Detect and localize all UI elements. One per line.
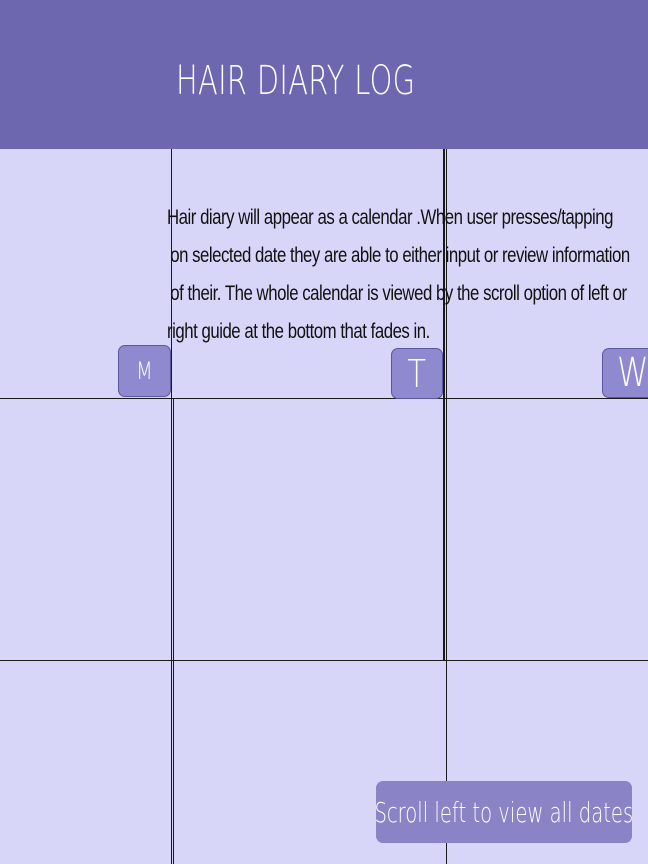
day-button-tuesday[interactable]: T	[391, 348, 443, 399]
day-button-wednesday[interactable]: W	[602, 348, 648, 398]
calendar-cell[interactable]	[0, 399, 171, 660]
day-label: M	[136, 357, 153, 385]
app-header: HAIR DIARY LOG	[0, 0, 648, 149]
grid-divider	[0, 398, 648, 399]
scroll-hint-label: Scroll left to view all dates	[374, 795, 634, 829]
description-line: right guide at the bottom that fades in.	[167, 320, 430, 343]
description-line: Hair diary will appear as a calendar .Wh…	[167, 206, 614, 229]
day-button-monday[interactable]: M	[118, 345, 171, 397]
grid-divider	[0, 660, 648, 661]
calendar-cell[interactable]	[0, 661, 171, 864]
description-line: on selected date they are able to either…	[170, 244, 630, 267]
page-title: HAIR DIARY LOG	[176, 58, 416, 104]
grid-divider	[173, 399, 174, 864]
description-line: of their. The whole calendar is viewed b…	[170, 282, 627, 305]
day-label: T	[407, 351, 427, 396]
day-label: W	[616, 350, 648, 396]
calendar-cell[interactable]	[172, 399, 444, 660]
calendar-cell[interactable]	[445, 399, 648, 660]
calendar-description: Hair diary will appear as a calendar .Wh…	[167, 199, 630, 351]
scroll-left-button[interactable]: Scroll left to view all dates	[374, 781, 634, 843]
